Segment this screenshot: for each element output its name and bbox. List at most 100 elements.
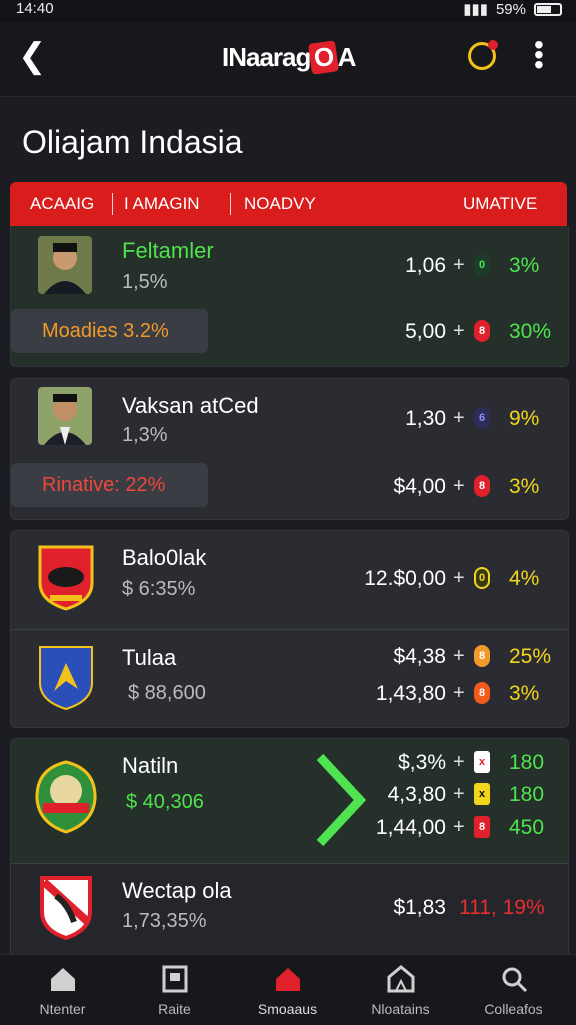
coin-icon[interactable]	[468, 40, 498, 70]
avatar	[38, 387, 92, 445]
row-pct: 3%	[509, 254, 540, 277]
list-item-group: Natiln $ 40,306 $,3% + x 180 4,3,80 + x …	[10, 738, 569, 956]
app-title-suffix: A	[337, 42, 357, 72]
badge-icon: 8	[474, 682, 490, 704]
document-icon	[162, 965, 188, 993]
home-icon	[51, 968, 75, 991]
nav-item-raite[interactable]: Raite	[117, 955, 232, 1025]
item-sub: $ 88,600	[128, 682, 206, 704]
item-sub: $ 6:35%	[122, 578, 196, 600]
badge-icon: 6	[474, 407, 490, 429]
page-title: Oliajam Indasia	[22, 124, 243, 160]
badge-icon: 0	[474, 567, 490, 589]
nav-label: Ntenter	[39, 1001, 86, 1017]
badge-icon: x	[474, 751, 490, 773]
nav-item-nloatains[interactable]: Nloatains	[343, 955, 458, 1025]
column-header-1[interactable]: ACAAIG	[30, 194, 94, 214]
nav-item-colleafos[interactable]: Colleafos	[456, 955, 571, 1025]
building-icon	[387, 965, 415, 993]
status-icons: ▮▮▮ 59%	[463, 0, 562, 18]
nav-label: Colleafos	[484, 1001, 543, 1017]
club-crest-icon	[36, 643, 96, 711]
plus-icon: +	[453, 567, 465, 589]
app-bar: ❮ INaaragOA • • •	[0, 22, 576, 97]
app-logo-icon: O	[308, 40, 340, 75]
item-name: Wectap ola	[122, 878, 232, 903]
bottom-nav: Ntenter Raite Smoaaus Nloatains Colleafo…	[0, 954, 576, 1025]
plus-icon: +	[453, 682, 465, 704]
nav-item-smoaaus[interactable]: Smoaaus	[230, 955, 345, 1025]
row-pct: 111, 19%	[459, 896, 545, 919]
avatar	[38, 236, 92, 294]
list-item[interactable]: Vaksan atCed 1,3% Rinative: 22% 1,30 + 6…	[10, 378, 569, 520]
row-pct: 9%	[509, 407, 540, 430]
status-time: 14:40	[16, 0, 54, 17]
item-name[interactable]: Balo0lak	[122, 545, 206, 571]
row-pct: 30%	[509, 320, 552, 343]
row-value: $4,38	[393, 645, 446, 668]
row-pct: 180	[509, 783, 545, 806]
app-title: INaaragOA	[222, 40, 357, 75]
row-pct: 4%	[509, 567, 540, 590]
row-pct: 450	[509, 816, 545, 839]
column-divider	[112, 193, 113, 215]
list-item-group: Balo0lak $ 6:35% 12.$0,00 + 0 4% Tulaa $…	[10, 530, 569, 728]
plus-icon: +	[453, 254, 465, 276]
club-crest-icon	[36, 543, 96, 611]
signal-icon: ▮▮▮	[463, 1, 488, 18]
badge-icon: 8	[474, 645, 490, 667]
row-value: 1,43,80	[375, 682, 446, 705]
row-divider	[11, 629, 568, 630]
more-icon[interactable]: • • •	[534, 31, 544, 79]
list-item[interactable]: Wectap ola 1,73,35% $1,83 111, 19%	[11, 864, 568, 955]
column-header-3[interactable]: NOADVY	[244, 194, 316, 214]
row-value: $,3%	[398, 751, 446, 774]
plus-icon: +	[453, 320, 465, 342]
item-name[interactable]: Natiln	[122, 753, 178, 779]
item-name: Vaksan atCed	[122, 393, 259, 418]
row-value: $1,83	[393, 896, 446, 919]
row-pct: 25%	[509, 645, 552, 668]
row-value: 4,3,80	[387, 783, 446, 806]
badge-icon: 8	[474, 320, 490, 342]
column-header-2[interactable]: I AMAGIN	[124, 194, 200, 214]
row-pct: 3%	[509, 475, 540, 498]
status-badge: Rinative: 22%	[11, 463, 208, 507]
plus-icon: +	[453, 751, 465, 773]
badge-icon: 0	[474, 254, 490, 276]
battery-level: 59%	[495, 0, 526, 18]
badge-icon: 8	[474, 816, 490, 838]
plus-icon: +	[453, 783, 465, 805]
nav-item-ntenter[interactable]: Ntenter	[5, 955, 120, 1025]
badge-icon: x	[474, 783, 490, 805]
back-icon[interactable]: ❮	[18, 36, 47, 76]
badge-icon: 8	[474, 475, 490, 497]
item-sub: 1,73,35%	[122, 910, 207, 932]
item-sub: 1,3%	[122, 424, 168, 446]
list-item[interactable]: Feltamler 1,5% Moadies 3.2% 1,06 + 0 3% …	[10, 226, 569, 367]
search-icon	[502, 967, 528, 993]
item-name: Feltamler	[122, 238, 214, 263]
app-title-prefix: INaarag	[222, 42, 311, 72]
row-value: $4,00	[393, 475, 446, 498]
row-pct: 3%	[509, 682, 540, 705]
row-value: 1,30	[405, 407, 446, 430]
nav-label: Smoaaus	[257, 1001, 318, 1017]
row-value: 5,00	[405, 320, 446, 343]
nav-label: Raite	[158, 1001, 191, 1017]
item-sub: 1,5%	[122, 271, 168, 293]
item-name[interactable]: Tulaa	[122, 645, 176, 671]
row-value: 1,44,00	[375, 816, 446, 839]
column-header-4[interactable]: UMATIVE	[463, 194, 537, 214]
plus-icon: +	[453, 645, 465, 667]
row-value: 12.$0,00	[364, 567, 446, 590]
status-badge: Moadies 3.2%	[11, 309, 208, 353]
item-sub: $ 40,306	[126, 791, 204, 813]
column-divider	[230, 193, 231, 215]
status-bar: 14:40 ▮▮▮ 59%	[0, 0, 576, 22]
table-header: ACAAIG I AMAGIN NOADVY UMATIVE	[10, 182, 567, 226]
plus-icon: +	[453, 816, 465, 838]
row-value: 1,06	[405, 254, 446, 277]
plus-icon: +	[453, 475, 465, 497]
battery-icon	[534, 2, 562, 16]
